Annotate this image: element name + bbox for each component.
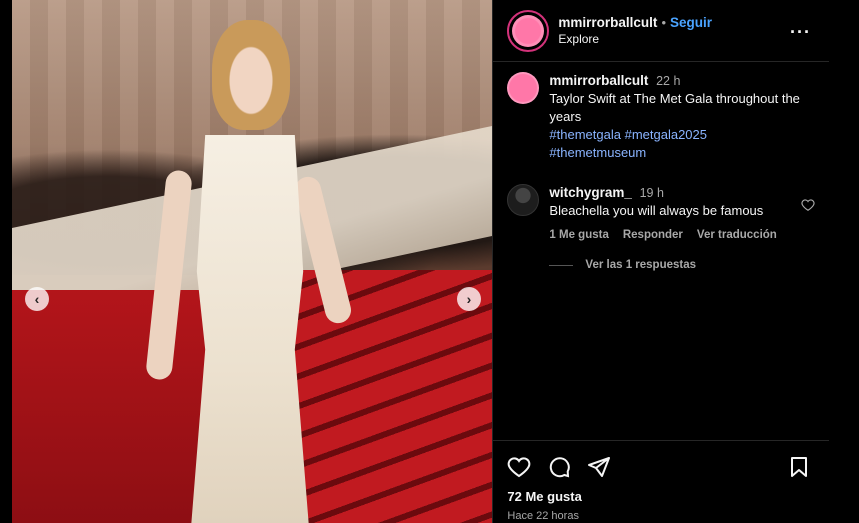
comment-icon[interactable] [547, 455, 571, 479]
comment-text: Bleachella you will always be famous [549, 203, 764, 218]
header-subtitle[interactable]: Explore [558, 31, 712, 48]
share-icon[interactable] [587, 455, 611, 479]
caption: mmirrorballcult 22 h Taylor Swift at The… [507, 72, 815, 162]
post-header: mmirrorballcult • Seguir Explore ··· [493, 0, 829, 62]
hashtag-link[interactable]: #themetmuseum [549, 145, 646, 160]
comment-likes[interactable]: 1 Me gusta [549, 229, 608, 241]
post-media: ‹ › [12, 0, 493, 523]
post-modal: ‹ › mmirrorballcult • Seguir Explore ··· m… [12, 0, 829, 523]
post-sidebar: mmirrorballcult • Seguir Explore ··· mmirr… [492, 0, 829, 523]
photo-subject [145, 20, 354, 523]
caption-text: Taylor Swift at The Met Gala throughout … [549, 91, 800, 124]
comment-username[interactable]: witchygram_ [549, 185, 632, 200]
avatar[interactable] [507, 184, 540, 216]
heart-icon[interactable] [507, 455, 531, 479]
comment-item: witchygram_ 19 h Bleachella you will alw… [507, 184, 815, 220]
hashtag-link[interactable]: #themetgala [549, 127, 621, 142]
translate-button[interactable]: Ver traducción [697, 229, 777, 241]
post-photo [12, 0, 493, 523]
post-timestamp: Hace 22 horas [507, 510, 579, 522]
chevron-right-icon[interactable]: › [457, 287, 481, 311]
more-icon[interactable]: ··· [790, 22, 811, 43]
avatar[interactable] [507, 72, 540, 104]
action-bar [507, 455, 815, 479]
comment-time: 19 h [639, 186, 664, 200]
view-replies-label: Ver las 1 respuestas [585, 259, 697, 271]
chevron-left-icon[interactable]: ‹ [25, 287, 49, 311]
avatar[interactable] [507, 9, 550, 52]
likes-count[interactable]: 72 Me gusta [507, 489, 815, 504]
view-replies-button[interactable]: Ver las 1 respuestas [549, 259, 815, 271]
reply-button[interactable]: Responder [623, 229, 683, 241]
comment-actions: 1 Me gusta Responder Ver traducción [549, 229, 815, 241]
header-username[interactable]: mmirrorballcult [558, 15, 657, 30]
heart-icon[interactable] [801, 198, 815, 212]
post-footer: 72 Me gusta Hace 22 horas [493, 440, 829, 523]
caption-time: 22 h [656, 74, 681, 88]
bookmark-icon[interactable] [787, 455, 811, 479]
caption-username[interactable]: mmirrorballcult [549, 73, 648, 88]
comments-section: mmirrorballcult 22 h Taylor Swift at The… [493, 62, 829, 271]
follow-button[interactable]: Seguir [670, 15, 712, 30]
hashtag-link[interactable]: #metgala2025 [625, 127, 707, 142]
